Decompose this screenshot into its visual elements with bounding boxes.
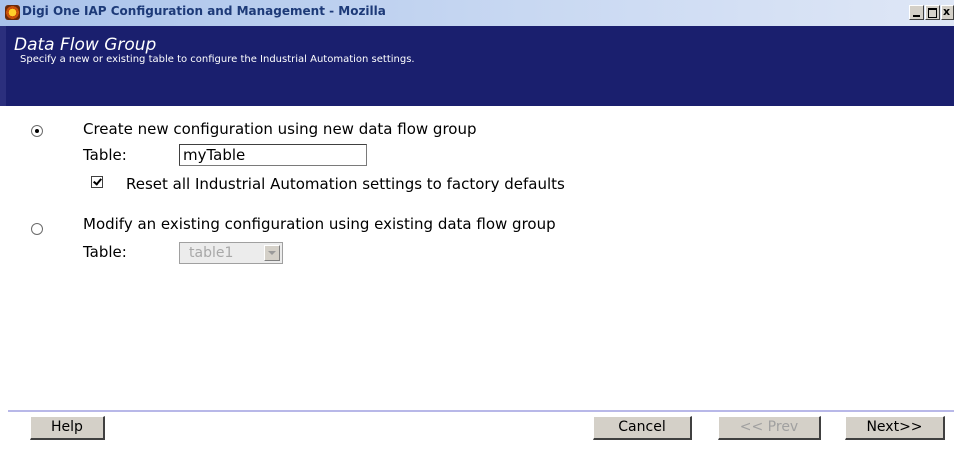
digi-app-icon — [5, 5, 20, 20]
next-button[interactable]: Next>> — [845, 416, 945, 440]
close-glyph: x — [943, 5, 951, 18]
new-table-label: Table: — [83, 146, 127, 164]
reset-defaults-checkbox[interactable] — [91, 176, 103, 188]
existing-table-value: table1 — [189, 245, 234, 261]
browser-window: Digi One IAP Configuration and Managemen… — [0, 0, 954, 467]
close-icon[interactable]: x — [941, 5, 954, 20]
modify-existing-label: Modify an existing configuration using e… — [83, 215, 556, 233]
page-subtitle: Specify a new or existing table to confi… — [20, 54, 415, 65]
minimize-icon[interactable] — [909, 5, 924, 20]
title-bar[interactable]: Digi One IAP Configuration and Managemen… — [0, 0, 954, 26]
help-button[interactable]: Help — [30, 416, 105, 440]
existing-table-select[interactable]: table1 — [179, 242, 283, 264]
page-header: Data Flow Group Specify a new or existin… — [0, 26, 954, 106]
existing-table-label: Table: — [83, 243, 127, 261]
window-title: Digi One IAP Configuration and Managemen… — [22, 4, 386, 18]
create-new-radio[interactable] — [31, 125, 43, 137]
create-new-label: Create new configuration using new data … — [83, 120, 477, 138]
maximize-icon[interactable] — [925, 5, 940, 20]
chevron-down-icon[interactable] — [264, 245, 280, 261]
prev-button[interactable]: << Prev — [718, 416, 821, 440]
footer-divider — [8, 410, 954, 412]
modify-existing-radio[interactable] — [31, 223, 43, 235]
page-title: Data Flow Group — [14, 35, 157, 55]
new-table-input[interactable]: myTable — [179, 144, 367, 166]
cancel-button[interactable]: Cancel — [593, 416, 692, 440]
reset-defaults-label: Reset all Industrial Automation settings… — [126, 175, 565, 193]
